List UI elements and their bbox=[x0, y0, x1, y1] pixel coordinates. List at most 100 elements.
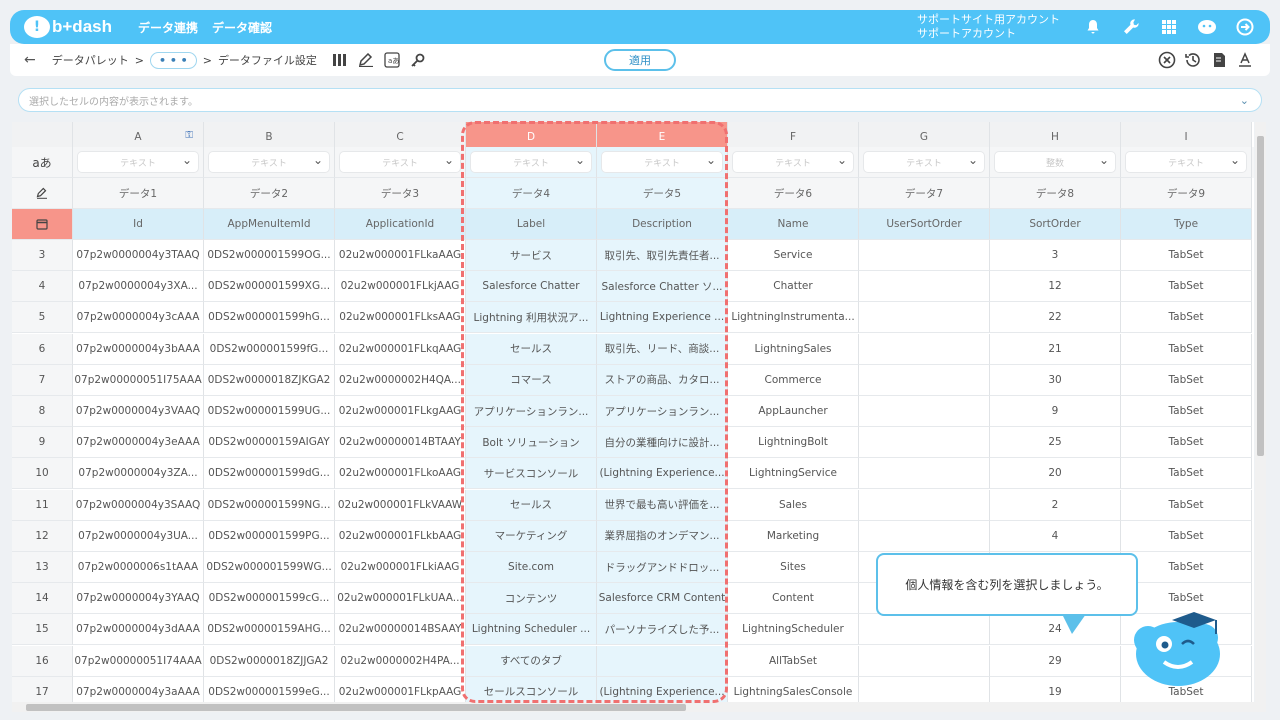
type-select[interactable]: テキスト bbox=[470, 151, 592, 173]
table-cell[interactable] bbox=[859, 364, 990, 396]
table-cell[interactable]: セールス bbox=[466, 333, 597, 365]
table-cell[interactable] bbox=[859, 614, 990, 646]
horizontal-scrollbar[interactable] bbox=[12, 702, 1266, 712]
type-select[interactable]: テキスト bbox=[208, 151, 330, 173]
table-cell[interactable]: 30 bbox=[990, 364, 1121, 396]
table-cell[interactable]: Marketing bbox=[728, 520, 859, 552]
table-cell[interactable]: 取引先、リード、商談... bbox=[597, 333, 728, 365]
table-cell[interactable]: 07p2w00000051I74AAA bbox=[73, 645, 204, 677]
table-cell[interactable]: 0DS2w000001599cG... bbox=[204, 583, 335, 615]
table-cell[interactable]: 07p2w0000004y3SAAQ bbox=[73, 489, 204, 521]
table-cell[interactable]: 自分の業種向けに設計... bbox=[597, 427, 728, 459]
table-cell[interactable]: 0DS2w000001599WG... bbox=[204, 552, 335, 583]
table-cell[interactable]: 取引先、取引先責任者... bbox=[597, 240, 728, 271]
table-cell[interactable]: 02u2w000001FLkiAAG bbox=[335, 552, 466, 583]
table-cell[interactable]: 0DS2w000001599XG... bbox=[204, 271, 335, 303]
type-select[interactable]: テキスト bbox=[601, 151, 723, 173]
field-name-cell[interactable]: UserSortOrder bbox=[859, 209, 990, 240]
table-cell[interactable]: 07p2w0000004y3TAAQ bbox=[73, 240, 204, 271]
field-name-cell[interactable]: Type bbox=[1121, 209, 1252, 240]
vertical-scrollbar[interactable] bbox=[1255, 122, 1266, 702]
table-cell[interactable] bbox=[859, 427, 990, 459]
data-name-cell[interactable]: データ4 bbox=[466, 178, 597, 209]
table-cell[interactable]: 0DS2w000001599PG... bbox=[204, 520, 335, 552]
type-select-cell[interactable]: テキスト bbox=[466, 147, 597, 178]
type-select-cell[interactable]: 整数 bbox=[990, 147, 1121, 178]
table-cell[interactable] bbox=[859, 240, 990, 271]
field-name-cell[interactable]: AppMenuItemId bbox=[204, 209, 335, 240]
edit-pen-icon[interactable] bbox=[12, 178, 73, 209]
type-select-cell[interactable]: テキスト bbox=[335, 147, 466, 178]
cell-content-bar[interactable]: 選択したセルの内容が表示されます。 ⌄ bbox=[18, 88, 1262, 112]
scrollbar-thumb[interactable] bbox=[26, 704, 686, 711]
bell-icon[interactable] bbox=[1082, 16, 1104, 38]
table-cell[interactable]: 02u2w000001FLkbAAG bbox=[335, 520, 466, 552]
table-cell[interactable]: TabSet bbox=[1121, 302, 1252, 334]
type-select-cell[interactable]: テキスト bbox=[73, 147, 204, 178]
type-select-cell[interactable]: テキスト bbox=[859, 147, 990, 178]
table-cell[interactable]: Salesforce Chatter bbox=[466, 271, 597, 303]
table-cell[interactable]: LightningSalesConsole bbox=[728, 676, 859, 702]
table-cell[interactable]: 07p2w0000004y3bAAA bbox=[73, 333, 204, 365]
table-cell[interactable]: 07p2w0000004y3XA... bbox=[73, 271, 204, 303]
table-cell[interactable]: 07p2w0000004y3UA... bbox=[73, 520, 204, 552]
table-cell[interactable]: すべてのタブ bbox=[466, 645, 597, 677]
table-cell[interactable]: LightningScheduler bbox=[728, 614, 859, 646]
edit-pen-icon[interactable] bbox=[357, 51, 375, 69]
table-cell[interactable]: 07p2w0000004y3ZA... bbox=[73, 458, 204, 490]
table-cell[interactable]: 07p2w0000004y3eAAA bbox=[73, 427, 204, 459]
table-cell[interactable]: Lightning 利用状況ア... bbox=[466, 302, 597, 334]
table-cell[interactable]: ドラッグアンドドロッ... bbox=[597, 552, 728, 583]
table-cell[interactable]: 02u2w0000002H4QA... bbox=[335, 364, 466, 396]
row-number[interactable]: 11 bbox=[12, 489, 73, 521]
table-cell[interactable] bbox=[859, 302, 990, 334]
table-cell[interactable] bbox=[859, 396, 990, 427]
type-select-cell[interactable]: テキスト bbox=[1121, 147, 1252, 178]
type-select-cell[interactable]: テキスト bbox=[728, 147, 859, 178]
chevron-down-icon[interactable]: ⌄ bbox=[1240, 94, 1249, 107]
table-cell[interactable]: 0DS2w00000159AIGAY bbox=[204, 427, 335, 459]
table-cell[interactable]: ストアの商品、カタロ... bbox=[597, 364, 728, 396]
field-name-cell[interactable]: Id bbox=[73, 209, 204, 240]
data-name-cell[interactable]: データ5 bbox=[597, 178, 728, 209]
data-name-cell[interactable]: データ2 bbox=[204, 178, 335, 209]
table-cell[interactable]: 02u2w000001FLkgAAG bbox=[335, 396, 466, 427]
field-name-cell[interactable]: SortOrder bbox=[990, 209, 1121, 240]
table-cell[interactable]: TabSet bbox=[1121, 552, 1252, 583]
table-cell[interactable]: 0DS2w000001599NG... bbox=[204, 489, 335, 521]
row-number[interactable]: 4 bbox=[12, 271, 73, 303]
data-name-cell[interactable]: データ3 bbox=[335, 178, 466, 209]
type-select-cell[interactable]: テキスト bbox=[597, 147, 728, 178]
table-cell[interactable]: 02u2w000001FLkjAAG bbox=[335, 271, 466, 303]
back-arrow-icon[interactable]: ← bbox=[24, 52, 36, 68]
table-cell[interactable]: AppLauncher bbox=[728, 396, 859, 427]
table-cell[interactable]: LightningBolt bbox=[728, 427, 859, 459]
table-cell[interactable]: Salesforce Chatter ソ... bbox=[597, 271, 728, 303]
table-cell[interactable]: 0DS2w000001599UG... bbox=[204, 396, 335, 427]
table-cell[interactable]: マーケティング bbox=[466, 520, 597, 552]
row-number[interactable]: 3 bbox=[12, 240, 73, 271]
table-cell[interactable]: サービスコンソール bbox=[466, 458, 597, 490]
field-name-cell[interactable]: ApplicationId bbox=[335, 209, 466, 240]
nav-data-check[interactable]: データ確認 bbox=[212, 19, 272, 36]
field-name-cell[interactable]: Name bbox=[728, 209, 859, 240]
table-cell[interactable]: 12 bbox=[990, 271, 1121, 303]
table-cell[interactable]: 25 bbox=[990, 427, 1121, 459]
calendar-icon[interactable] bbox=[12, 209, 73, 240]
table-cell[interactable]: Service bbox=[728, 240, 859, 271]
table-cell[interactable]: TabSet bbox=[1121, 396, 1252, 427]
table-cell[interactable]: パーソナライズした予... bbox=[597, 614, 728, 646]
table-cell[interactable] bbox=[859, 271, 990, 303]
table-cell[interactable]: サービス bbox=[466, 240, 597, 271]
key-icon[interactable] bbox=[409, 51, 427, 69]
table-cell[interactable]: Lightning Experience ... bbox=[597, 302, 728, 334]
table-cell[interactable]: セールスコンソール bbox=[466, 676, 597, 702]
table-cell[interactable]: 9 bbox=[990, 396, 1121, 427]
table-cell[interactable]: 0DS2w000001599eG... bbox=[204, 676, 335, 702]
history-icon[interactable] bbox=[1182, 49, 1204, 71]
data-name-cell[interactable]: データ8 bbox=[990, 178, 1121, 209]
table-cell[interactable]: 02u2w00000014BSAAY bbox=[335, 614, 466, 646]
table-cell[interactable]: 02u2w000001FLkqAAG bbox=[335, 333, 466, 365]
table-cell[interactable]: 3 bbox=[990, 240, 1121, 271]
table-cell[interactable] bbox=[859, 458, 990, 490]
